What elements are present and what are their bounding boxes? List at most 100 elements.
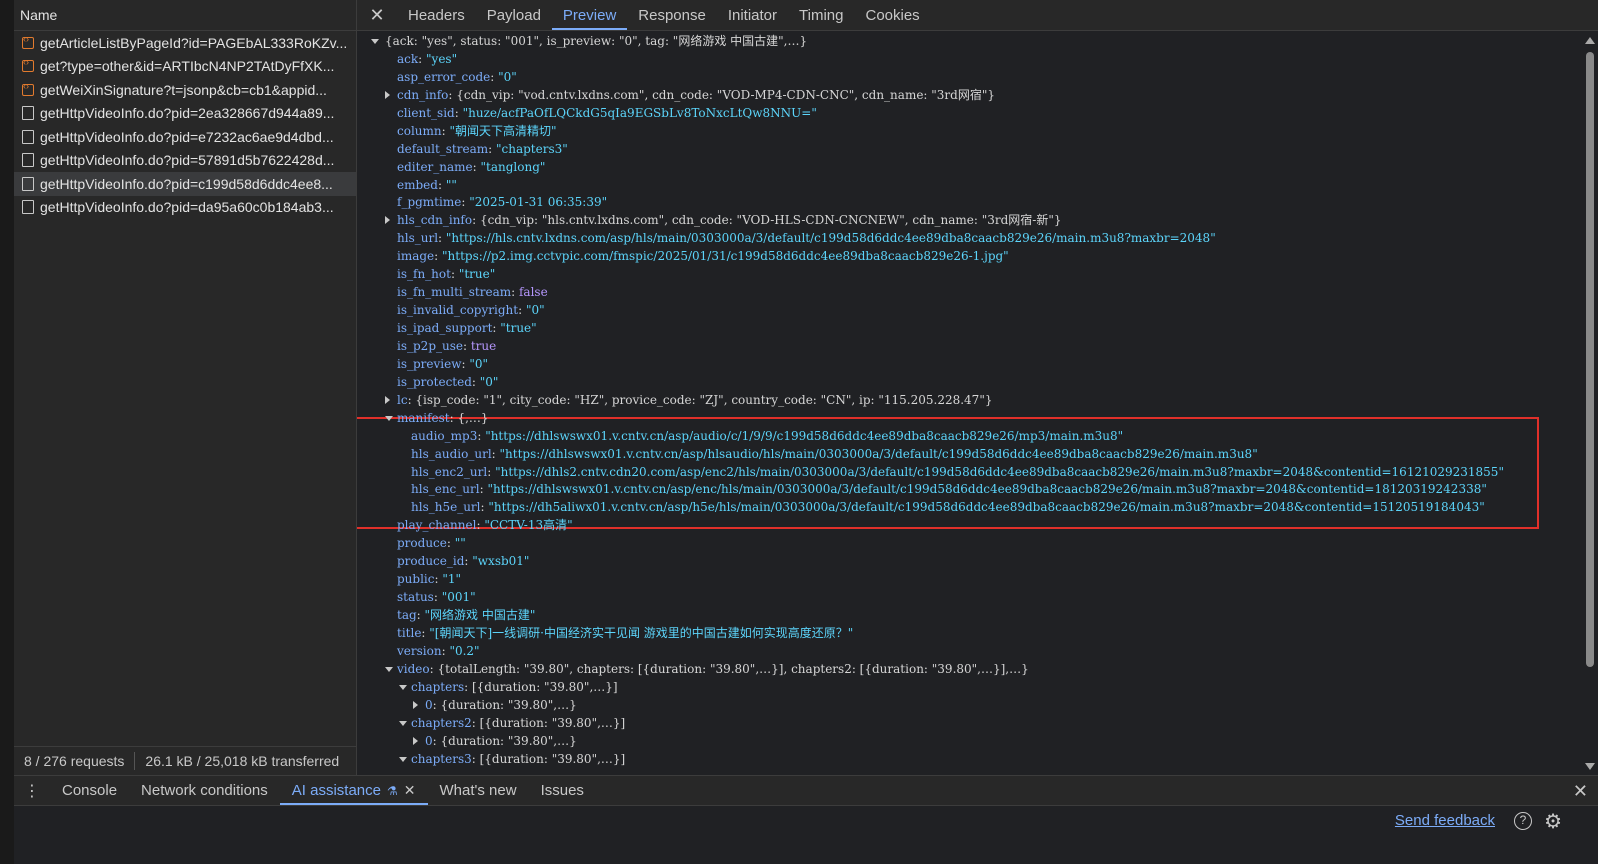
tab-payload[interactable]: Payload	[476, 0, 552, 30]
json-key: f_pgmtime	[397, 195, 462, 210]
json-key: is_ipad_support	[397, 321, 493, 335]
json-value: "0"	[525, 303, 545, 318]
json-key: produce_id	[397, 554, 465, 569]
json-key: is_invalid_copyright	[397, 303, 519, 318]
tab-headers[interactable]: Headers	[397, 0, 476, 30]
json-text: :	[434, 249, 443, 264]
json-value: "https://dhls2.cntv.cdn20.com/asp/enc2/h…	[495, 464, 1504, 479]
expanded-triangle-icon[interactable]	[371, 39, 379, 44]
collapsed-triangle-icon[interactable]	[385, 90, 390, 99]
drawer-tab-what-s-new[interactable]: What's new	[428, 776, 529, 805]
request-row[interactable]: getHttpVideoInfo.do?pid=2ea328667d944a89…	[14, 102, 356, 126]
json-value: ""	[454, 536, 466, 551]
json-tree-line[interactable]: chapters3: [{duration: "39.80",…}]	[357, 750, 1582, 768]
expanded-triangle-icon[interactable]	[399, 684, 407, 690]
preview-scrollbar[interactable]	[1582, 32, 1598, 775]
request-name: getArticleListByPageId?id=PAGEbAL333RoKZ…	[40, 34, 348, 51]
request-row[interactable]: getArticleListByPageId?id=PAGEbAL333RoKZ…	[14, 31, 356, 55]
json-key: is_preview	[397, 356, 462, 371]
scroll-thumb[interactable]	[1586, 52, 1594, 667]
script-file-icon	[22, 81, 34, 96]
tab-response[interactable]: Response	[627, 0, 717, 30]
json-key: is_fn_hot	[397, 267, 451, 282]
json-tree-line: title: "[朝闻天下]一线调研·中国经济实干见闻 游戏里的中国古建如何实现…	[357, 624, 1582, 642]
expanded-triangle-icon[interactable]	[399, 720, 407, 726]
json-value: "true"	[500, 321, 537, 335]
send-feedback-link[interactable]: Send feedback	[1395, 812, 1495, 829]
request-row[interactable]: getHttpVideoInfo.do?pid=57891d5b7622428d…	[14, 149, 356, 173]
json-text: : {cdn_vip: "vod.cntv.lxdns.com", cdn_co…	[448, 87, 996, 102]
json-tree-line[interactable]: chapters: [{duration: "39.80",…}]	[357, 678, 1582, 696]
json-tree-line[interactable]: hls_cdn_info: {cdn_vip: "hls.cntv.lxdns.…	[357, 211, 1582, 229]
json-tree-line[interactable]: manifest: {,…}	[357, 409, 1582, 427]
expanded-triangle-icon[interactable]	[385, 415, 393, 421]
json-tree-line: hls_audio_url: "https://dhlswswx01.v.cnt…	[357, 445, 1582, 463]
close-drawer-icon[interactable]: ✕	[1573, 781, 1588, 802]
json-key: 0	[425, 697, 433, 712]
close-tab-icon[interactable]: ✕	[404, 782, 416, 799]
json-key: ack	[397, 51, 419, 66]
json-key: embed	[397, 177, 438, 192]
help-icon[interactable]: ?	[1514, 812, 1532, 830]
json-value: "true"	[458, 267, 496, 282]
document-file-icon	[22, 129, 34, 144]
json-tree-line: status: "001"	[357, 588, 1582, 606]
request-row[interactable]: getWeiXinSignature?t=jsonp&cb=cb1&appid.…	[14, 78, 356, 102]
request-row[interactable]: getHttpVideoInfo.do?pid=c199d58d6ddc4ee8…	[14, 172, 356, 196]
json-key: title	[397, 625, 422, 640]
json-key: is_p2p_use	[397, 338, 463, 353]
network-request-list-panel: Name getArticleListByPageId?id=PAGEbAL33…	[14, 0, 357, 775]
json-tree-line[interactable]: video: {totalLength: "39.80", chapters: …	[357, 660, 1582, 678]
expanded-triangle-icon[interactable]	[385, 666, 393, 672]
expanded-triangle-icon[interactable]	[399, 756, 407, 762]
tab-initiator[interactable]: Initiator	[717, 0, 788, 30]
tab-timing[interactable]: Timing	[788, 0, 854, 30]
drawer-tab-issues[interactable]: Issues	[529, 776, 596, 805]
scroll-down-arrow-icon[interactable]	[1585, 763, 1595, 770]
name-column-header[interactable]: Name	[14, 0, 356, 31]
json-key: lc	[397, 392, 408, 407]
json-text: :	[437, 177, 446, 192]
drawer-body: Send feedback ? ⚙	[14, 806, 1598, 864]
json-key: chapters2	[411, 715, 472, 730]
drawer-tab-console[interactable]: Console	[50, 776, 129, 805]
close-icon[interactable]: ✕	[357, 0, 397, 30]
more-options-icon[interactable]: ⋮	[14, 776, 50, 805]
drawer-tab-ai-assistance[interactable]: AI assistance ⚗ ✕	[279, 776, 428, 805]
scroll-up-arrow-icon[interactable]	[1585, 37, 1595, 44]
request-name: getHttpVideoInfo.do?pid=da95a60c0b184ab3…	[40, 199, 334, 216]
json-tree-line[interactable]: {ack: "yes", status: "001", is_preview: …	[357, 32, 1582, 50]
json-value: "https://p2.img.cctvpic.com/fmspic/2025/…	[442, 249, 1009, 264]
json-text: :	[433, 590, 442, 605]
collapsed-triangle-icon[interactable]	[385, 395, 390, 404]
json-tree-line: is_preview: "0"	[357, 355, 1582, 373]
json-tree-line[interactable]: 0: {duration: "39.80",…}	[357, 732, 1582, 750]
json-tree-line[interactable]: 0: {duration: "39.80",…}	[357, 696, 1582, 714]
json-tree-line: default_stream: "chapters3"	[357, 140, 1582, 158]
json-value: "0.2"	[449, 643, 480, 658]
json-tree-line: is_p2p_use: true	[357, 337, 1582, 355]
json-key: status	[397, 590, 434, 605]
tab-cookies[interactable]: Cookies	[854, 0, 930, 30]
drawer-tab-network-conditions[interactable]: Network conditions	[129, 776, 280, 805]
request-row[interactable]: get?type=other&id=ARTIbcN4NP2TAtDyFfXK..…	[14, 55, 356, 79]
json-text: : [{duration: "39.80",…}]	[471, 751, 626, 766]
collapsed-triangle-icon[interactable]	[413, 736, 418, 745]
experiment-flask-icon: ⚗	[387, 783, 398, 798]
json-tree-line: is_protected: "0"	[357, 373, 1582, 391]
request-row[interactable]: getHttpVideoInfo.do?pid=da95a60c0b184ab3…	[14, 196, 356, 220]
tab-preview[interactable]: Preview	[551, 0, 628, 30]
detail-tab-bar: ✕ Headers Payload Preview Response Initiator…	[357, 0, 1598, 31]
json-value: ""	[445, 177, 457, 192]
json-tree-line[interactable]: chapters2: [{duration: "39.80",…}]	[357, 714, 1582, 732]
json-tree-line: asp_error_code: "0"	[357, 68, 1582, 86]
collapsed-triangle-icon[interactable]	[413, 700, 418, 709]
json-tree-line[interactable]: lc: {isp_code: "1", city_code: "HZ", pro…	[357, 391, 1582, 409]
request-row[interactable]: getHttpVideoInfo.do?pid=e7232ac6ae9d4dbd…	[14, 125, 356, 149]
json-value: "0"	[469, 356, 489, 371]
json-text: :	[487, 464, 496, 479]
collapsed-triangle-icon[interactable]	[385, 216, 390, 225]
json-tree-line[interactable]: cdn_info: {cdn_vip: "vod.cntv.lxdns.com"…	[357, 86, 1582, 104]
json-value: "2025-01-31 06:35:39"	[469, 195, 608, 210]
gear-icon[interactable]: ⚙	[1544, 809, 1562, 834]
